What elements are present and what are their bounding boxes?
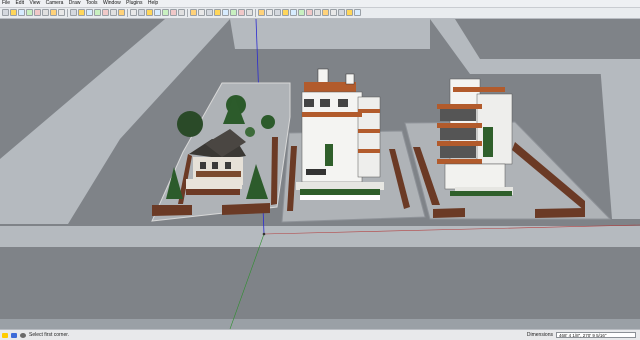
shadow-icon[interactable] <box>322 9 329 16</box>
zoom-window-icon[interactable] <box>154 9 161 16</box>
road-front <box>0 226 640 247</box>
credits-icon[interactable] <box>11 332 17 338</box>
eraser-icon[interactable] <box>42 9 49 16</box>
top-view-icon[interactable] <box>198 9 205 16</box>
arc-icon[interactable] <box>34 9 41 16</box>
wall-left-1 <box>152 205 192 216</box>
follow-me-icon[interactable] <box>94 9 101 16</box>
geo-location-icon[interactable] <box>2 332 8 338</box>
menu-view[interactable]: View <box>27 0 42 7</box>
front-view-icon[interactable] <box>206 9 213 16</box>
origin-point <box>262 232 266 236</box>
orbit-icon[interactable] <box>130 9 137 16</box>
style-icon[interactable] <box>314 9 321 16</box>
wall-right-4 <box>433 208 465 218</box>
select-arrow-icon[interactable] <box>2 9 9 16</box>
toolbar-separator <box>127 9 128 17</box>
status-hint: Select first corner. <box>29 332 70 338</box>
rectangle-icon[interactable] <box>18 9 25 16</box>
xray-icon[interactable] <box>238 9 245 16</box>
wall-left-2 <box>222 203 270 215</box>
menu-bar: File Edit View Camera Draw Tools Window … <box>0 0 640 8</box>
previous-view-icon[interactable] <box>170 9 177 16</box>
wall-right-3 <box>535 208 585 218</box>
iso-view-icon[interactable] <box>190 9 197 16</box>
paint-bucket-icon[interactable] <box>50 9 57 16</box>
menu-file[interactable]: File <box>0 0 12 7</box>
road-bottom <box>0 319 640 329</box>
measurements-box[interactable]: 468' 4 1/8", 270' 9 5/16" <box>556 332 636 338</box>
zoom-icon[interactable] <box>146 9 153 16</box>
wireframe-icon[interactable] <box>246 9 253 16</box>
toolbar-separator <box>187 9 188 17</box>
next-view-icon[interactable] <box>178 9 185 16</box>
tape-measure-icon[interactable] <box>58 9 65 16</box>
model-viewport[interactable] <box>0 19 640 329</box>
right-view-icon[interactable] <box>214 9 221 16</box>
circle-icon[interactable] <box>26 9 33 16</box>
back-view-icon[interactable] <box>222 9 229 16</box>
menu-plugins[interactable]: Plugins <box>124 0 144 7</box>
measurements-label: Dimensions <box>526 332 553 338</box>
zoom-extents-icon[interactable] <box>162 9 169 16</box>
position-camera-icon[interactable] <box>354 9 361 16</box>
status-left: Select first corner. <box>2 332 69 338</box>
status-right: Dimensions 468' 4 1/8", 270' 9 5/16" <box>527 332 636 338</box>
menu-draw[interactable]: Draw <box>67 0 83 7</box>
textured-icon[interactable] <box>274 9 281 16</box>
axes-icon[interactable] <box>118 9 125 16</box>
look-around-icon[interactable] <box>346 9 353 16</box>
menu-camera[interactable]: Camera <box>44 0 66 7</box>
fog-icon[interactable] <box>330 9 337 16</box>
main-toolbar <box>0 8 640 19</box>
road-top <box>230 19 430 49</box>
pencil-icon[interactable] <box>10 9 17 16</box>
walk-icon[interactable] <box>338 9 345 16</box>
left-view-icon[interactable] <box>230 9 237 16</box>
text-icon[interactable] <box>110 9 117 16</box>
push-pull-icon[interactable] <box>70 9 77 16</box>
rotate-icon[interactable] <box>86 9 93 16</box>
toolbar-separator <box>255 9 256 17</box>
move-icon[interactable] <box>78 9 85 16</box>
section-plane-icon[interactable] <box>298 9 305 16</box>
toolbar-separator <box>67 9 68 17</box>
layer-icon[interactable] <box>306 9 313 16</box>
offset-icon[interactable] <box>102 9 109 16</box>
menu-edit[interactable]: Edit <box>13 0 26 7</box>
component-icon[interactable] <box>290 9 297 16</box>
shaded-icon[interactable] <box>266 9 273 16</box>
monochrome-icon[interactable] <box>282 9 289 16</box>
menu-tools[interactable]: Tools <box>84 0 100 7</box>
wall-left-4 <box>271 137 278 205</box>
scene <box>0 19 640 329</box>
hidden-line-icon[interactable] <box>258 9 265 16</box>
menu-help[interactable]: Help <box>146 0 160 7</box>
status-bar: Select first corner. Dimensions 468' 4 1… <box>0 329 640 340</box>
pan-icon[interactable] <box>138 9 145 16</box>
help-icon[interactable] <box>20 332 26 338</box>
menu-window[interactable]: Window <box>101 0 123 7</box>
